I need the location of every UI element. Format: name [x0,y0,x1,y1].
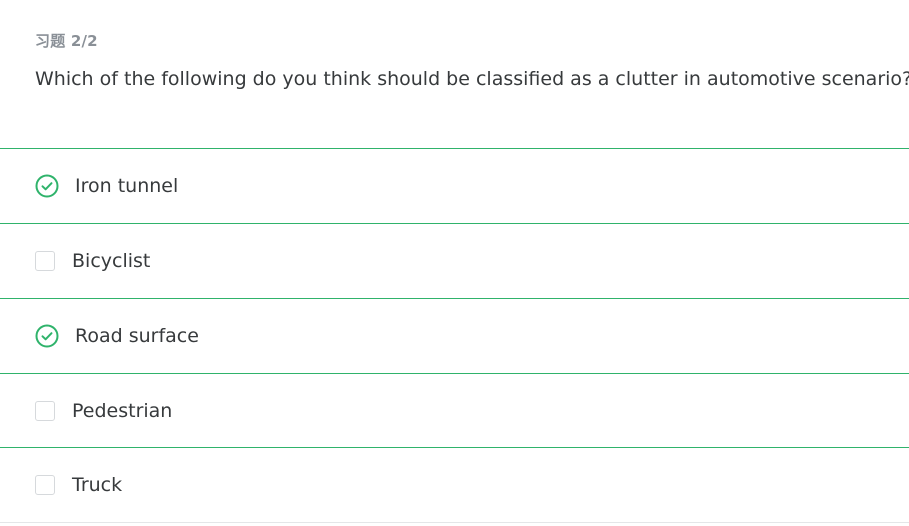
option-label: Pedestrian [72,399,173,422]
option-iron-tunnel[interactable]: Iron tunnel [0,148,909,223]
option-label: Truck [72,474,123,496]
option-label: Bicyclist [72,250,151,272]
question-text: Which of the following do you think shou… [35,68,909,90]
check-circle-icon [35,174,59,198]
check-circle-icon [35,324,59,348]
answer-options-list: Iron tunnel Bicyclist Road surface Pedes… [0,148,909,523]
checkbox[interactable] [35,400,55,421]
option-label: Road surface [75,325,199,347]
option-pedestrian[interactable]: Pedestrian [0,373,909,448]
option-truck[interactable]: Truck [0,448,909,523]
quiz-progress-label: 习题 2/2 [35,32,98,50]
option-road-surface[interactable]: Road surface [0,298,909,373]
checkbox[interactable] [35,251,55,271]
option-bicyclist[interactable]: Bicyclist [0,223,909,298]
option-label: Iron tunnel [75,175,179,197]
checkbox[interactable] [35,475,55,495]
